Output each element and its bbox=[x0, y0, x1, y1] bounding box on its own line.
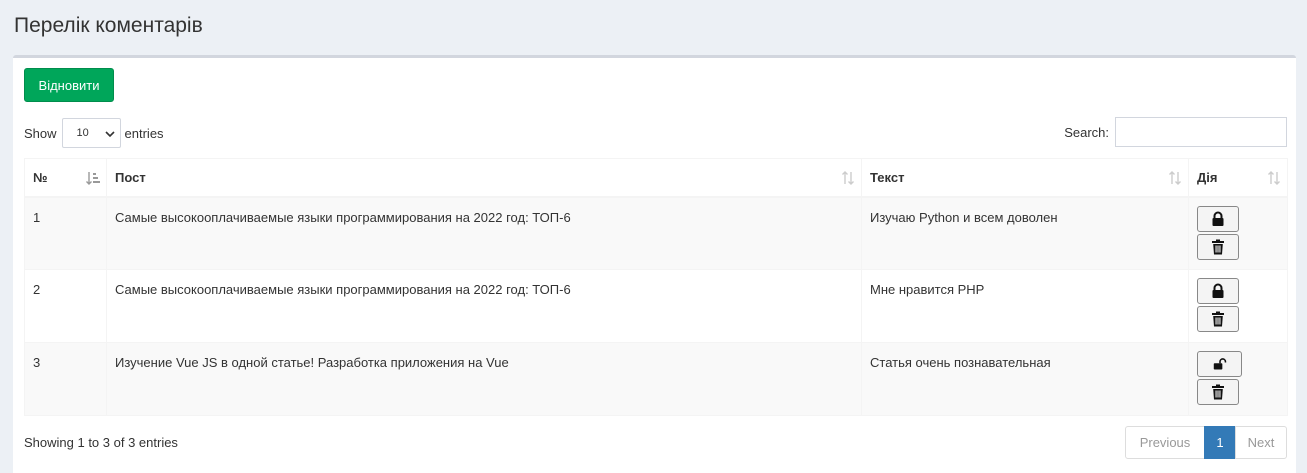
search-input[interactable] bbox=[1115, 117, 1287, 147]
column-header-action[interactable]: Дія bbox=[1188, 158, 1288, 198]
table-row: 3 Изучение Vue JS в одной статье! Разраб… bbox=[24, 342, 1288, 416]
restore-button[interactable]: Відновити bbox=[24, 68, 114, 102]
cell-post: Изучение Vue JS в одной статье! Разработ… bbox=[106, 342, 862, 416]
show-label: Show bbox=[24, 125, 57, 141]
delete-button[interactable] bbox=[1197, 233, 1239, 260]
chevron-down-icon bbox=[104, 131, 115, 138]
sort-asc-icon bbox=[86, 172, 100, 185]
table-header-row: № Пост Текст Дія bbox=[24, 158, 1288, 198]
entries-select-value: 10 bbox=[76, 127, 89, 139]
search-label: Search: bbox=[1064, 124, 1109, 140]
sort-icon bbox=[1169, 171, 1181, 185]
pagination-next[interactable]: Next bbox=[1235, 426, 1287, 459]
pagination-page-current[interactable]: 1 bbox=[1204, 426, 1236, 459]
trash-icon bbox=[1212, 384, 1224, 400]
sort-icon bbox=[842, 171, 854, 185]
delete-button[interactable] bbox=[1197, 306, 1239, 332]
entries-select[interactable]: 10 bbox=[61, 118, 121, 148]
entries-label: entries bbox=[124, 125, 164, 141]
unlock-icon bbox=[1213, 358, 1226, 370]
lock-button[interactable] bbox=[1197, 278, 1239, 304]
delete-button[interactable] bbox=[1197, 379, 1239, 405]
pagination: Previous 1 Next bbox=[1125, 426, 1287, 459]
comments-box: Відновити Show 10 entries Search: № Пост… bbox=[13, 55, 1296, 473]
cell-number: 1 bbox=[24, 196, 107, 270]
column-header-label: Пост bbox=[115, 169, 146, 185]
cell-post: Самые высокооплачиваемые языки программи… bbox=[106, 269, 862, 343]
pagination-previous[interactable]: Previous bbox=[1125, 426, 1205, 459]
column-header-label: Текст bbox=[870, 169, 905, 185]
cell-text: Мне нравится PHP bbox=[861, 269, 1189, 343]
table-row: 2 Самые высокооплачиваемые языки програм… bbox=[24, 269, 1288, 343]
lock-icon bbox=[1212, 283, 1224, 298]
column-header-post[interactable]: Пост bbox=[106, 158, 862, 198]
cell-text: Изучаю Python и всем доволен bbox=[861, 196, 1189, 270]
sort-icon bbox=[1268, 171, 1280, 185]
lock-icon bbox=[1212, 211, 1224, 226]
search-control: Search: bbox=[1064, 117, 1287, 147]
cell-post: Самые высокооплачиваемые языки программи… bbox=[106, 196, 862, 270]
entries-length-control: Show 10 entries bbox=[24, 118, 164, 148]
lock-button[interactable] bbox=[1197, 205, 1239, 232]
page-title: Перелік коментарів bbox=[14, 14, 203, 37]
unlock-button[interactable] bbox=[1197, 351, 1242, 377]
trash-icon bbox=[1212, 311, 1224, 327]
column-header-label: № bbox=[33, 169, 48, 185]
column-header-text[interactable]: Текст bbox=[861, 158, 1189, 198]
cell-number: 3 bbox=[24, 342, 107, 416]
trash-icon bbox=[1212, 239, 1224, 254]
table-info: Showing 1 to 3 of 3 entries bbox=[24, 435, 178, 450]
cell-actions bbox=[1188, 342, 1288, 416]
table-row: 1 Самые высокооплачиваемые языки програм… bbox=[24, 196, 1288, 270]
comments-table: № Пост Текст Дія 1 Самые высокооплачивае… bbox=[24, 158, 1288, 416]
cell-text: Статья очень познавательная bbox=[861, 342, 1189, 416]
column-header-number[interactable]: № bbox=[24, 158, 107, 198]
cell-actions bbox=[1188, 269, 1288, 343]
column-header-label: Дія bbox=[1197, 169, 1218, 185]
cell-number: 2 bbox=[24, 269, 107, 343]
cell-actions bbox=[1188, 196, 1288, 270]
